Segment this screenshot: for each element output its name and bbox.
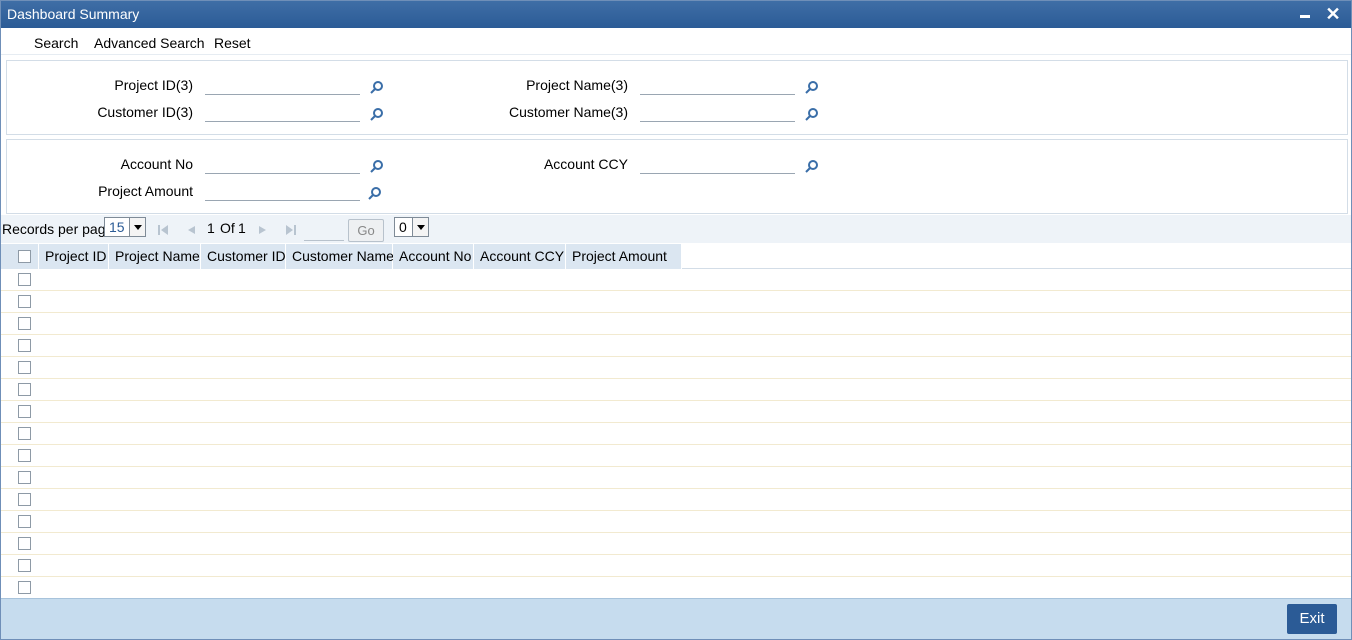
toolbar: Search Advanced Search Reset — [1, 28, 1351, 55]
customer-id-field[interactable] — [205, 100, 360, 122]
table-row[interactable] — [1, 533, 1351, 555]
table-row[interactable] — [1, 489, 1351, 511]
column-header-project-name[interactable]: Project Name — [109, 244, 201, 269]
previous-page-icon[interactable] — [185, 224, 197, 236]
row-checkbox[interactable] — [18, 295, 31, 308]
column-header-customer-id[interactable]: Customer ID — [201, 244, 286, 269]
window-title: Dashboard Summary — [7, 6, 140, 22]
row-checkbox[interactable] — [18, 493, 31, 506]
last-page-icon[interactable] — [285, 224, 297, 236]
column-header-customer-name[interactable]: Customer Name — [286, 244, 394, 269]
first-page-icon[interactable] — [157, 224, 169, 236]
advanced-search-button[interactable]: Advanced Search — [94, 35, 205, 51]
current-page: 1 — [207, 220, 215, 236]
column-header-account-no[interactable]: Account No — [393, 244, 474, 269]
account-no-field[interactable] — [205, 152, 360, 174]
table-row[interactable] — [1, 577, 1351, 599]
project-amount-lookup-icon[interactable] — [368, 186, 382, 200]
row-checkbox[interactable] — [18, 383, 31, 396]
goto-page-select[interactable]: 0 — [394, 217, 429, 237]
go-button[interactable]: Go — [348, 219, 384, 242]
goto-page-value: 0 — [399, 219, 407, 235]
row-checkbox[interactable] — [18, 273, 31, 286]
of-label: Of — [220, 220, 235, 236]
total-pages: 1 — [238, 220, 246, 236]
project-amount-field[interactable] — [205, 179, 360, 201]
account-ccy-field[interactable] — [640, 152, 795, 174]
customer-name-label: Customer Name(3) — [508, 104, 628, 120]
project-id-field[interactable] — [205, 73, 360, 95]
table-row[interactable] — [1, 313, 1351, 335]
chevron-down-icon[interactable] — [129, 218, 145, 236]
table-row[interactable] — [1, 511, 1351, 533]
column-header-project-amount[interactable]: Project Amount — [566, 244, 682, 269]
project-name-label: Project Name(3) — [526, 77, 628, 93]
goto-page-input[interactable] — [304, 221, 344, 241]
customer-id-lookup-icon[interactable] — [370, 107, 384, 121]
project-id-label: Project ID(3) — [114, 77, 193, 93]
customer-name-lookup-icon[interactable] — [805, 107, 819, 121]
customer-id-label: Customer ID(3) — [97, 104, 193, 120]
table-row[interactable] — [1, 555, 1351, 577]
table-row[interactable] — [1, 379, 1351, 401]
footer-bar: Exit — [1, 598, 1351, 639]
row-checkbox[interactable] — [18, 559, 31, 572]
customer-name-field[interactable] — [640, 100, 795, 122]
records-per-page-label: Records per page — [2, 221, 114, 237]
row-checkbox[interactable] — [18, 405, 31, 418]
account-ccy-label: Account CCY — [543, 156, 628, 172]
row-checkbox[interactable] — [18, 471, 31, 484]
exit-button[interactable]: Exit — [1287, 604, 1337, 634]
row-checkbox[interactable] — [18, 581, 31, 594]
account-ccy-lookup-icon[interactable] — [805, 159, 819, 173]
table-row[interactable] — [1, 291, 1351, 313]
select-all-checkbox[interactable] — [18, 250, 31, 263]
project-name-field[interactable] — [640, 73, 795, 95]
search-criteria-panel-1: Project ID(3) Project Name(3) Customer I… — [6, 60, 1348, 135]
row-checkbox[interactable] — [18, 537, 31, 550]
project-name-lookup-icon[interactable] — [805, 80, 819, 94]
records-per-page-select[interactable]: 15 — [104, 217, 146, 237]
row-checkbox[interactable] — [18, 361, 31, 374]
table-row[interactable] — [1, 445, 1351, 467]
row-checkbox[interactable] — [18, 317, 31, 330]
table-row[interactable] — [1, 357, 1351, 379]
column-header-account-ccy[interactable]: Account CCY — [474, 244, 566, 269]
results-grid-header: Project ID Project Name Customer ID Cust… — [1, 244, 1351, 269]
search-button[interactable]: Search — [34, 35, 78, 51]
table-row[interactable] — [1, 401, 1351, 423]
row-checkbox[interactable] — [18, 449, 31, 462]
account-no-label: Account No — [120, 156, 193, 172]
search-criteria-panel-2: Account No Account CCY Project Amount — [6, 139, 1348, 214]
row-checkbox[interactable] — [18, 515, 31, 528]
row-checkbox[interactable] — [18, 427, 31, 440]
project-amount-label: Project Amount — [98, 183, 193, 199]
table-row[interactable] — [1, 335, 1351, 357]
next-page-icon[interactable] — [257, 224, 269, 236]
records-per-page-value: 15 — [109, 219, 125, 235]
title-bar: Dashboard Summary ✕ — [1, 1, 1351, 28]
dashboard-summary-window: Dashboard Summary ✕ Search Advanced Sear… — [0, 0, 1352, 640]
pagination-bar: Records per page 15 1 Of 1 Go 0 — [1, 215, 1351, 243]
select-all-cell — [1, 244, 39, 269]
account-no-lookup-icon[interactable] — [370, 159, 384, 173]
minimize-icon[interactable] — [1295, 3, 1315, 25]
table-row[interactable] — [1, 269, 1351, 291]
table-row[interactable] — [1, 467, 1351, 489]
chevron-down-icon[interactable] — [412, 218, 428, 236]
row-checkbox[interactable] — [18, 339, 31, 352]
close-icon[interactable]: ✕ — [1323, 3, 1343, 25]
reset-button[interactable]: Reset — [214, 35, 251, 51]
table-row[interactable] — [1, 423, 1351, 445]
project-id-lookup-icon[interactable] — [370, 80, 384, 94]
column-header-project-id[interactable]: Project ID — [39, 244, 109, 269]
